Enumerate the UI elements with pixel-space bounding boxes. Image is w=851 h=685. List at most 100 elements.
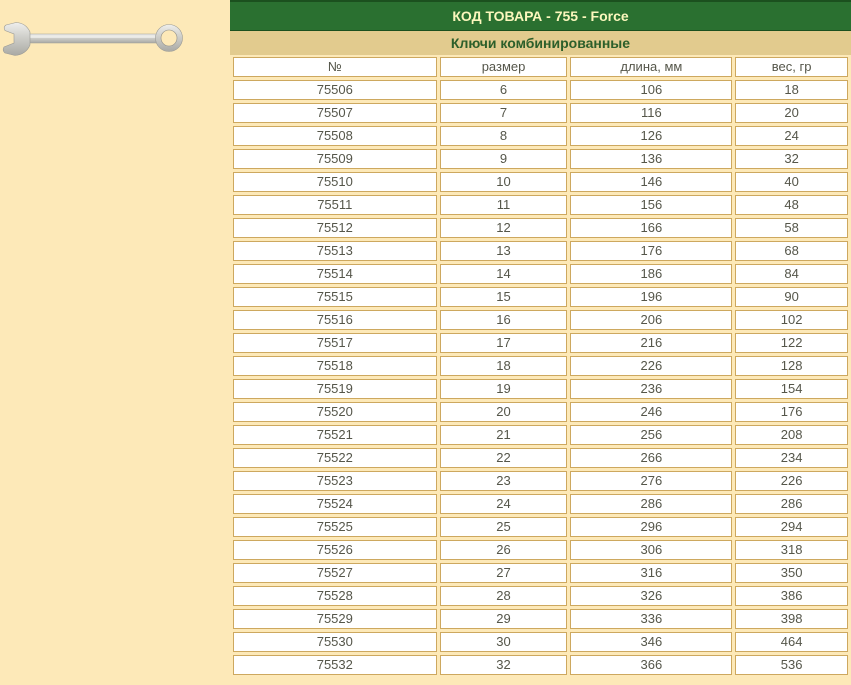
- table-cell: 176: [570, 241, 732, 261]
- table-cell: 316: [570, 563, 732, 583]
- table-cell: 13: [440, 241, 568, 261]
- table-cell: 318: [735, 540, 848, 560]
- table-cell: 75528: [233, 586, 437, 606]
- table-cell: 75507: [233, 103, 437, 123]
- table-cell: 106: [570, 80, 732, 100]
- table-cell: 75514: [233, 264, 437, 284]
- page: КОД ТОВАРА - 755 - Force Ключи комбиниро…: [0, 0, 851, 685]
- table-row: 755101014640: [233, 172, 848, 192]
- table-cell: 75513: [233, 241, 437, 261]
- table-header-row: № размер длина, мм вес, гр: [233, 57, 848, 77]
- table-cell: 23: [440, 471, 568, 491]
- table-cell: 366: [570, 655, 732, 675]
- table-row: 7551616206102: [233, 310, 848, 330]
- table-row: 7552727316350: [233, 563, 848, 583]
- table-row: 7552424286286: [233, 494, 848, 514]
- table-cell: 75525: [233, 517, 437, 537]
- table-cell: 40: [735, 172, 848, 192]
- table-row: 7552828326386: [233, 586, 848, 606]
- table-cell: 75506: [233, 80, 437, 100]
- table-cell: 386: [735, 586, 848, 606]
- product-code-header: КОД ТОВАРА - 755 - Force: [230, 0, 851, 31]
- combination-wrench-icon: [2, 20, 188, 58]
- table-cell: 9: [440, 149, 568, 169]
- table-cell: 102: [735, 310, 848, 330]
- table-cell: 75526: [233, 540, 437, 560]
- table-cell: 15: [440, 287, 568, 307]
- table-cell: 206: [570, 310, 732, 330]
- table-cell: 350: [735, 563, 848, 583]
- product-image-pane: [0, 0, 230, 685]
- table-cell: 75518: [233, 356, 437, 376]
- table-cell: 75510: [233, 172, 437, 192]
- table-cell: 10: [440, 172, 568, 192]
- table-cell: 286: [570, 494, 732, 514]
- table-cell: 75511: [233, 195, 437, 215]
- table-row: 7552626306318: [233, 540, 848, 560]
- table-row: 7551717216122: [233, 333, 848, 353]
- table-cell: 22: [440, 448, 568, 468]
- table-cell: 216: [570, 333, 732, 353]
- table-cell: 256: [570, 425, 732, 445]
- table-cell: 28: [440, 586, 568, 606]
- table-cell: 16: [440, 310, 568, 330]
- table-row: 7552121256208: [233, 425, 848, 445]
- table-cell: 536: [735, 655, 848, 675]
- table-cell: 7: [440, 103, 568, 123]
- table-cell: 8: [440, 126, 568, 146]
- table-cell: 75530: [233, 632, 437, 652]
- table-cell: 18: [735, 80, 848, 100]
- table-cell: 27: [440, 563, 568, 583]
- table-row: 7552929336398: [233, 609, 848, 629]
- table-cell: 24: [440, 494, 568, 514]
- table-cell: 75516: [233, 310, 437, 330]
- category-header: Ключи комбинированные: [230, 31, 851, 55]
- table-row: 75508812624: [233, 126, 848, 146]
- table-cell: 75527: [233, 563, 437, 583]
- table-cell: 116: [570, 103, 732, 123]
- table-cell: 186: [570, 264, 732, 284]
- table-row: 75506610618: [233, 80, 848, 100]
- table-cell: 286: [735, 494, 848, 514]
- table-cell: 122: [735, 333, 848, 353]
- table-cell: 75524: [233, 494, 437, 514]
- table-row: 7552020246176: [233, 402, 848, 422]
- table-cell: 276: [570, 471, 732, 491]
- table-cell: 48: [735, 195, 848, 215]
- table-cell: 234: [735, 448, 848, 468]
- table-cell: 156: [570, 195, 732, 215]
- product-code-title: КОД ТОВАРА - 755 - Force: [452, 8, 628, 24]
- table-cell: 75519: [233, 379, 437, 399]
- table-cell: 136: [570, 149, 732, 169]
- table-cell: 29: [440, 609, 568, 629]
- table-cell: 208: [735, 425, 848, 445]
- column-header-length: длина, мм: [570, 57, 732, 77]
- table-cell: 296: [570, 517, 732, 537]
- table-cell: 464: [735, 632, 848, 652]
- table-cell: 126: [570, 126, 732, 146]
- table-cell: 32: [735, 149, 848, 169]
- table-cell: 11: [440, 195, 568, 215]
- table-cell: 75517: [233, 333, 437, 353]
- table-cell: 306: [570, 540, 732, 560]
- table-row: 75507711620: [233, 103, 848, 123]
- table-cell: 21: [440, 425, 568, 445]
- table-cell: 84: [735, 264, 848, 284]
- category-title: Ключи комбинированные: [451, 35, 630, 51]
- column-header-size: размер: [440, 57, 568, 77]
- table-cell: 336: [570, 609, 732, 629]
- table-cell: 176: [735, 402, 848, 422]
- table-cell: 32: [440, 655, 568, 675]
- table-cell: 30: [440, 632, 568, 652]
- table-cell: 75529: [233, 609, 437, 629]
- table-cell: 75522: [233, 448, 437, 468]
- table-cell: 196: [570, 287, 732, 307]
- table-cell: 25: [440, 517, 568, 537]
- table-cell: 75521: [233, 425, 437, 445]
- table-row: 755141418684: [233, 264, 848, 284]
- table-row: 7552323276226: [233, 471, 848, 491]
- table-cell: 58: [735, 218, 848, 238]
- spec-table: № размер длина, мм вес, гр 7550661061875…: [230, 54, 851, 678]
- table-cell: 146: [570, 172, 732, 192]
- table-row: 755111115648: [233, 195, 848, 215]
